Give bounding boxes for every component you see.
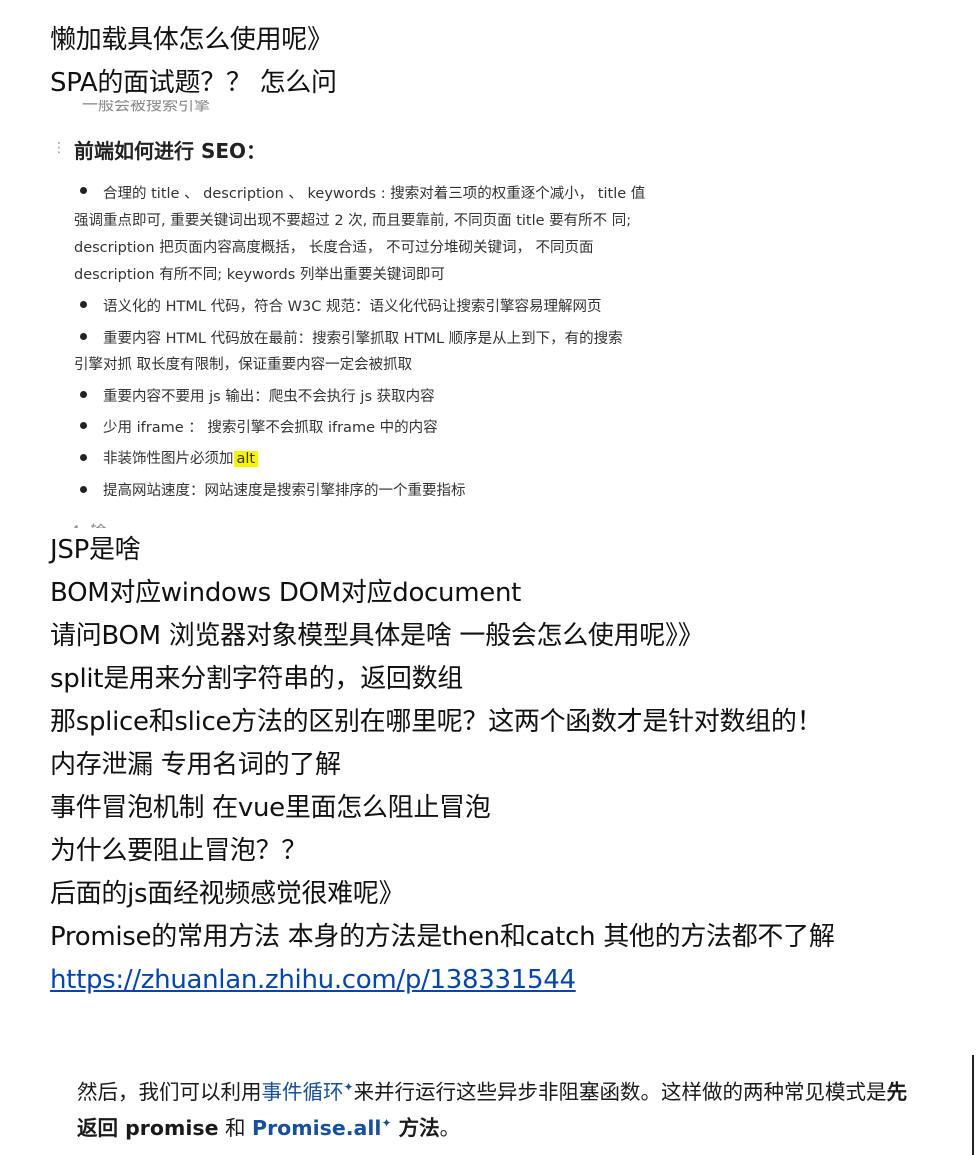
note-line: SPA的面试题？？ 怎么问 xyxy=(50,68,337,98)
note-line: 内存泄漏 专用名词的了解 xyxy=(50,750,341,780)
bullet-icon xyxy=(80,187,87,194)
bullet-text: 引擎对抓 取长度有限制，保证重要内容一定会被抓取 xyxy=(74,357,413,373)
note-line: BOM对应windows DOM对应document xyxy=(50,578,522,608)
note-line: 为什么要阻止冒泡？？ xyxy=(50,836,308,866)
bullet-text: 少用 iframe ： 搜索引擎不会抓取 iframe 中的内容 xyxy=(103,420,438,436)
zhihu-link[interactable]: https://zhuanlan.zhihu.com/p/138331544 xyxy=(50,965,576,995)
note-line: 懒加载具体怎么使用呢》 xyxy=(50,25,333,55)
note-line: JSP是啥 xyxy=(50,535,141,565)
note-line: Promise的常用方法 本身的方法是then和catch 其他的方法都不了解 xyxy=(50,922,835,952)
link-star-icon: ✦ xyxy=(381,1116,392,1131)
drag-handle-icon: ⋮ xyxy=(52,140,66,156)
cut-off-text: 一般会被搜索引擎 xyxy=(82,100,211,112)
zhihu-link-line: https://zhuanlan.zhihu.com/p/138331544 xyxy=(50,959,576,1002)
bullet-icon xyxy=(80,391,87,398)
note-line: 请问BOM 浏览器对象模型具体是啥 一般会怎么使用呢》》 xyxy=(50,621,704,651)
seo-heading: 前端如何进行 SEO： xyxy=(74,139,267,163)
embedded-seo-screenshot: 一般会被搜索引擎 ⋮ 前端如何进行 SEO： 合理的 title 、 descr… xyxy=(52,100,728,528)
bullet-text: 非装饰性图片必须加 alt xyxy=(103,447,259,468)
bullet-icon xyxy=(80,454,87,461)
bullet-text: 提高网站速度：网站速度是搜索引擎排序的一个重要指标 xyxy=(103,483,466,499)
bullet-text: description 有所不同; keywords 列举出重要关键词即可 xyxy=(74,267,445,283)
bullet-text: 合理的 title 、 description 、 keywords : 搜索对… xyxy=(103,186,646,202)
paragraph-line-1: 然后，我们可以利用事件循环✦来并行运行这些异步非阻塞函数。这样做的两种常见模式是… xyxy=(77,1080,908,1104)
link-star-icon: ✦ xyxy=(343,1080,354,1095)
embedded-promise-screenshot: 然后，我们可以利用事件循环✦来并行运行这些异步非阻塞函数。这样做的两种常见模式是… xyxy=(60,1055,974,1155)
bullet-text: 强调重点即可, 重要关键词出现不要超过 2 次, 而且要靠前, 不同页面 tit… xyxy=(74,213,632,229)
bullet-icon xyxy=(80,301,87,308)
paragraph-line-2: 返回 promise 和 Promise.all✦ 方法。 xyxy=(77,1116,461,1140)
bullet-text: 重要内容不要用 js 输出：爬虫不会执行 js 获取内容 xyxy=(103,389,435,405)
note-line: split是用来分割字符串的，返回数组 xyxy=(50,664,463,694)
promise-all-link[interactable]: Promise.all xyxy=(252,1116,381,1140)
note-line: 后面的js面经视频感觉很难呢》 xyxy=(50,879,405,909)
bullet-icon xyxy=(80,333,87,340)
event-loop-link[interactable]: 事件循环 xyxy=(262,1080,344,1104)
bullet-text: 重要内容 HTML 代码放在最前：搜索引擎抓取 HTML 顺序是从上到下，有的搜… xyxy=(103,331,623,347)
note-line: 那splice和slice方法的区别在哪里呢？这两个函数才是针对数组的！ xyxy=(50,707,823,737)
bullet-icon xyxy=(80,422,87,429)
bullet-icon xyxy=(80,486,87,493)
cut-off-text: 4. 输 xyxy=(70,518,150,528)
bullet-text: description 把页面内容高度概括， 长度合适， 不可过分堆砌关键词， … xyxy=(74,240,594,256)
note-line: 事件冒泡机制 在vue里面怎么阻止冒泡 xyxy=(50,793,491,823)
bullet-text: 语义化的 HTML 代码，符合 W3C 规范：语义化代码让搜索引擎容易理解网页 xyxy=(103,299,602,315)
highlight-alt: alt xyxy=(233,451,259,467)
